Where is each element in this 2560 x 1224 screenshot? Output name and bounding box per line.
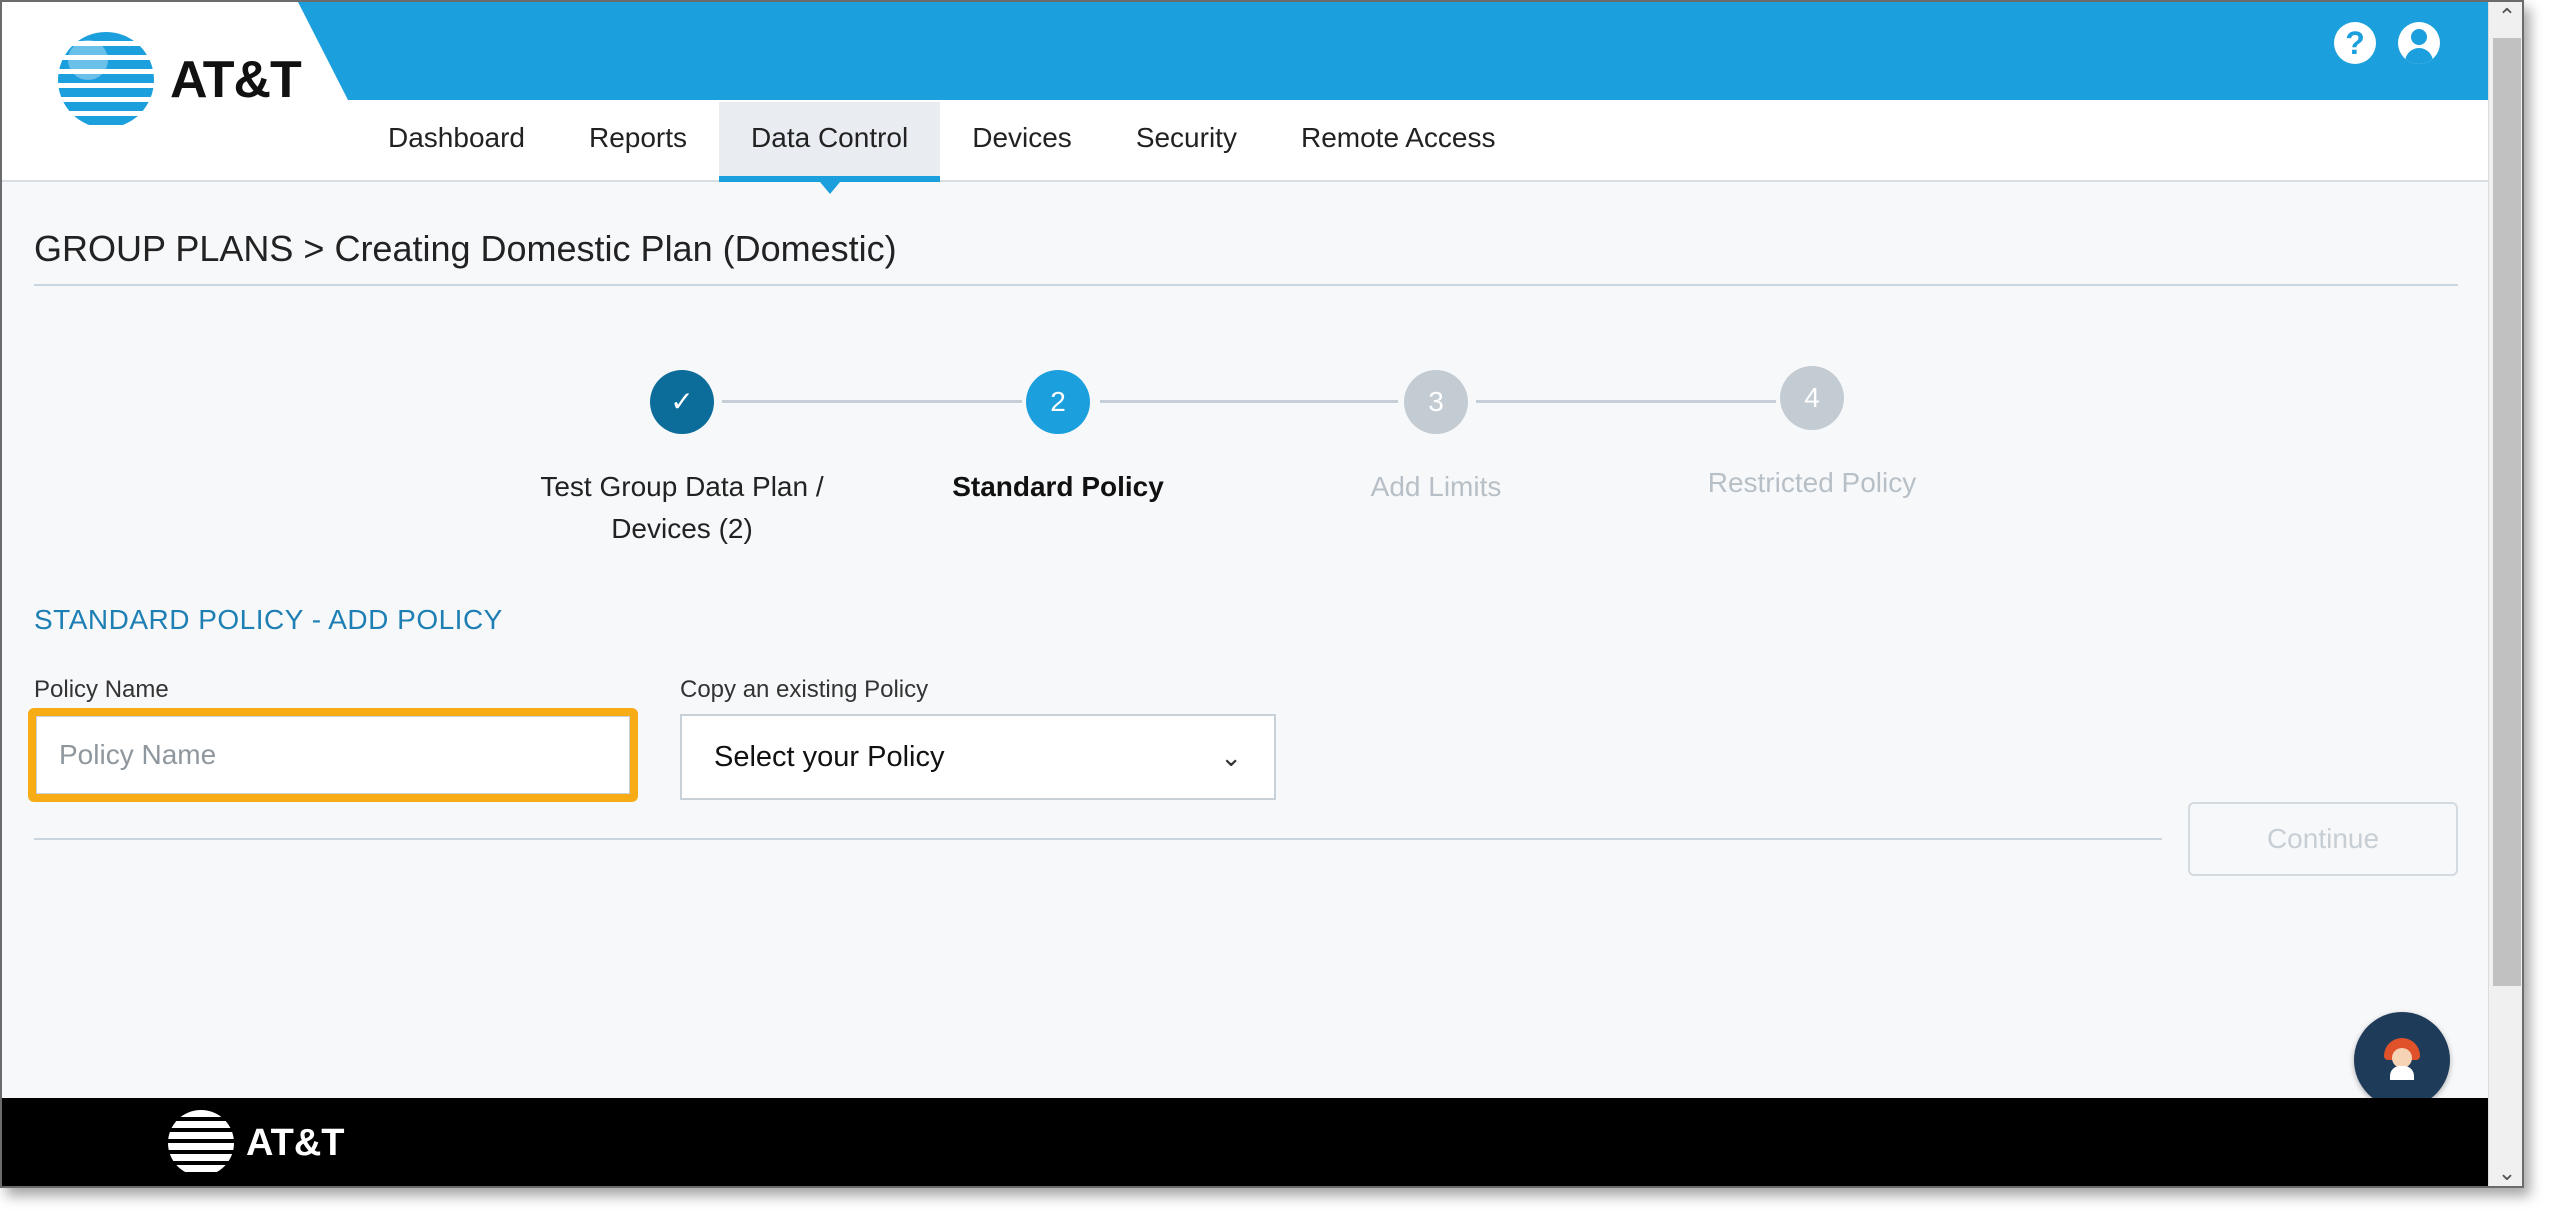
- copy-policy-select[interactable]: Select your Policy ⌄: [680, 714, 1276, 800]
- scroll-up-arrow-icon[interactable]: ⌃: [2489, 2, 2522, 32]
- browser-window: AT&T ? Dashboard Reports Data Control De…: [0, 0, 2524, 1188]
- att-globe-icon: [168, 1110, 234, 1176]
- vertical-scrollbar[interactable]: ⌃ ⌄: [2488, 2, 2522, 1186]
- step-1-label: Test Group Data Plan / Devices (2): [540, 471, 824, 544]
- section-title: STANDARD POLICY - ADD POLICY: [34, 604, 503, 635]
- copy-policy-label: Copy an existing Policy: [680, 676, 929, 703]
- chevron-down-icon: ⌄: [1220, 741, 1242, 772]
- avatar-shirt: [2390, 1066, 2414, 1080]
- step-connector: [722, 400, 1022, 403]
- policy-name-input[interactable]: [36, 716, 630, 794]
- select-value: Select your Policy: [714, 740, 945, 773]
- step-connector: [1476, 400, 1776, 403]
- policy-name-label: Policy Name: [34, 676, 169, 703]
- step-1-check-icon[interactable]: ✓: [650, 370, 714, 434]
- scroll-down-arrow-icon[interactable]: ⌄: [2489, 1158, 2522, 1186]
- footer-logo[interactable]: AT&T: [168, 1110, 345, 1176]
- step-2-marker: 2: [1026, 370, 1090, 434]
- continue-button[interactable]: Continue: [2188, 802, 2458, 876]
- step-2-label: Standard Policy: [952, 471, 1164, 502]
- divider: [34, 838, 2162, 840]
- step-4-marker: 4: [1780, 366, 1844, 430]
- step-connector: [1100, 400, 1398, 403]
- app-root: AT&T ? Dashboard Reports Data Control De…: [2, 2, 2488, 1186]
- footer-brand: AT&T: [246, 1121, 345, 1164]
- chat-assistant-button[interactable]: [2354, 1012, 2450, 1108]
- progress-stepper: ✓ Test Group Data Plan / Devices (2) 2 S…: [2, 2, 2488, 562]
- scroll-thumb[interactable]: [2493, 38, 2521, 986]
- avatar-face: [2392, 1048, 2412, 1068]
- step-4-label: Restricted Policy: [1707, 467, 1917, 498]
- footer: AT&T: [2, 1098, 2488, 1186]
- step-3-label: Add Limits: [1370, 471, 1502, 502]
- step-3-marker: 3: [1404, 370, 1468, 434]
- policy-name-highlight: [28, 708, 638, 802]
- assistant-avatar-icon: [2384, 1038, 2420, 1080]
